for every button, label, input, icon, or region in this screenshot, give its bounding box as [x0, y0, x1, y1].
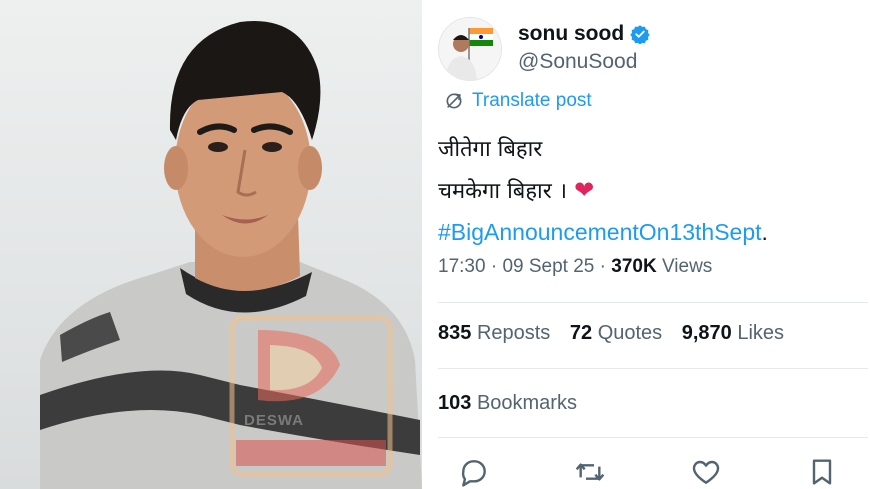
translate-post-link[interactable]: Translate post — [444, 90, 592, 112]
author-avatar[interactable] — [438, 17, 502, 81]
likes-label: Likes — [737, 322, 785, 344]
reposts-stat[interactable]: 835 Reposts — [438, 322, 550, 344]
author-display-name[interactable]: sonu sood — [518, 22, 624, 46]
quotes-label: Quotes — [597, 322, 663, 344]
views-count: 370K — [611, 256, 657, 277]
avatar-image — [439, 18, 501, 80]
divider-line — [438, 368, 868, 369]
verified-badge-icon — [630, 25, 650, 44]
bookmarks-stat[interactable]: 103 Bookmarks — [438, 392, 577, 415]
tweet-line-2-text: चमकेगा बिहार । — [438, 179, 568, 204]
tweet-meta: 17:30 · 09 Sept 25 · 370K Views — [438, 256, 712, 278]
tweet-stats: 835 Reposts 72 Quotes 9,870 Likes — [438, 322, 798, 345]
likes-stat[interactable]: 9,870 Likes — [682, 322, 784, 344]
reposts-count: 835 — [438, 322, 472, 344]
quotes-stat[interactable]: 72 Quotes — [570, 322, 662, 344]
tweet-line-2: चमकेगा बिहार । ❤ — [438, 170, 768, 212]
author-name-row: sonu sood — [518, 22, 650, 46]
tweet-actions-bar — [458, 456, 838, 488]
person-illustration — [40, 21, 422, 489]
translate-label[interactable]: Translate post — [472, 90, 592, 112]
tweet-time[interactable]: 17:30 — [438, 256, 486, 277]
author-handle[interactable]: @SonuSood — [518, 50, 637, 74]
hashtag-link[interactable]: #BigAnnouncementOn13thSept — [438, 219, 762, 245]
meta-separator: · — [599, 256, 606, 277]
bookmarks-label: Bookmarks — [476, 392, 577, 414]
reply-icon[interactable] — [458, 456, 490, 488]
quotes-count: 72 — [569, 322, 593, 344]
likes-count: 9,870 — [681, 322, 732, 344]
hashtag-suffix: . — [761, 219, 768, 245]
tweet-line-3: #BigAnnouncementOn13thSept. — [438, 212, 768, 254]
divider-line — [438, 437, 868, 438]
divider-line — [438, 302, 868, 303]
views-label: Views — [661, 256, 713, 277]
reposts-label: Reposts — [476, 322, 551, 344]
bookmarks-count: 103 — [438, 392, 472, 414]
translate-icon — [446, 93, 462, 109]
red-heart-emoji-icon: ❤ — [574, 176, 595, 204]
tweet-date[interactable]: 09 Sept 25 — [502, 256, 594, 277]
tweet-text: जीतेगा बिहार चमकेगा बिहार । ❤ #BigAnnoun… — [438, 130, 768, 254]
like-icon[interactable] — [690, 456, 722, 488]
tweet-card: sonu sood @SonuSood Translate post जीतेग… — [428, 0, 870, 489]
watermark-text: DESWA — [244, 412, 305, 429]
repost-icon[interactable] — [574, 456, 606, 488]
profile-photo-panel: DESWA — [0, 0, 422, 489]
meta-separator: · — [490, 256, 498, 277]
bookmark-icon[interactable] — [806, 456, 838, 488]
tweet-line-1: जीतेगा बिहार — [438, 137, 543, 162]
